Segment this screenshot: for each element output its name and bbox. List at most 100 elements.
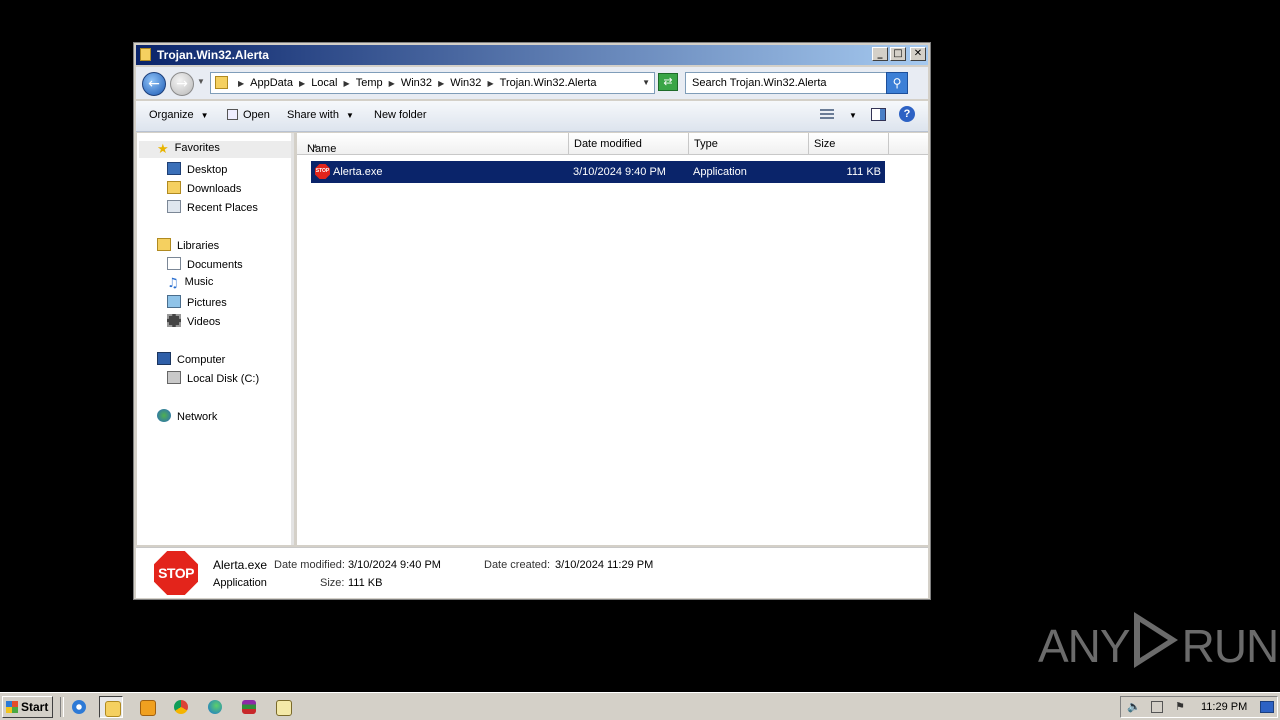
address-dropdown-icon[interactable]: ▼ <box>642 78 650 87</box>
details-size: 111 KB <box>348 577 383 589</box>
network-status-icon[interactable] <box>1151 701 1163 713</box>
details-file-type: Application <box>213 577 267 589</box>
column-label: Size <box>814 138 836 150</box>
breadcrumb-item[interactable]: Temp <box>356 77 383 89</box>
details-pane: STOP Alerta.exe Date modified: 3/10/2024… <box>136 547 928 598</box>
nav-pictures[interactable]: Pictures <box>167 295 227 309</box>
taskbar: Start 🔈 ⚑ 11:29 PM <box>0 692 1280 720</box>
nav-label: Downloads <box>187 183 242 195</box>
nav-label: Libraries <box>177 240 220 252</box>
winrar-icon[interactable] <box>237 696 261 718</box>
nav-favorites[interactable]: ★ Favorites <box>139 141 291 158</box>
open-icon <box>227 109 238 120</box>
chevron-right-icon[interactable]: ▶ <box>296 79 311 88</box>
preview-pane-icon[interactable] <box>871 108 886 121</box>
stop-sign-icon: STOP <box>315 164 330 179</box>
file-date-modified: 3/10/2024 9:40 PM <box>573 166 666 178</box>
open-button[interactable]: Open <box>227 109 270 121</box>
clock[interactable]: 11:29 PM <box>1201 701 1247 713</box>
recent-places-icon <box>167 200 181 213</box>
volume-icon[interactable]: 🔈 <box>1127 701 1141 713</box>
nav-network[interactable]: Network <box>157 409 217 423</box>
nav-music[interactable]: ♫ Music <box>167 276 213 290</box>
minimize-button[interactable]: _ <box>872 47 888 61</box>
details-file-name: Alerta.exe <box>213 558 268 572</box>
breadcrumb-item[interactable]: Win32 <box>450 77 481 89</box>
address-bar[interactable]: ▶ AppData ▶ Local ▶ Temp ▶ Win32 ▶ Win32 ▶ Tro… <box>210 72 655 94</box>
share-with-label: Share with <box>287 109 339 121</box>
nav-desktop[interactable]: Desktop <box>167 162 227 176</box>
views-icon[interactable] <box>820 109 834 121</box>
pictures-icon <box>167 295 181 308</box>
folder-icon <box>140 48 151 61</box>
file-name: Alerta.exe <box>333 166 383 178</box>
nav-videos[interactable]: Videos <box>167 314 220 328</box>
chevron-right-icon[interactable]: ▶ <box>341 79 356 88</box>
start-button[interactable]: Start <box>2 696 53 718</box>
organize-label: Organize <box>149 109 194 121</box>
help-icon[interactable]: ? <box>899 106 915 122</box>
search-icon[interactable]: ⚲ <box>886 72 908 94</box>
breadcrumb-item[interactable]: AppData <box>250 77 293 89</box>
chevron-down-icon: ▼ <box>345 111 354 120</box>
stop-sign-icon: STOP <box>154 551 198 595</box>
nav-label: Music <box>184 276 214 288</box>
notepad-icon[interactable] <box>271 696 295 718</box>
nav-label: Computer <box>177 354 226 366</box>
command-bar: Organize ▼ Open Share with ▼ New folder ▼ … <box>136 101 928 132</box>
breadcrumb-item[interactable]: Local <box>311 77 337 89</box>
libraries-icon <box>157 238 171 251</box>
new-folder-button[interactable]: New folder <box>374 109 427 121</box>
nav-label: Network <box>177 411 218 423</box>
close-button[interactable]: ✕ <box>910 47 926 61</box>
title-bar[interactable]: Trojan.Win32.Alerta _ □ ✕ <box>136 45 928 65</box>
maximize-button[interactable]: □ <box>890 47 906 61</box>
column-header-name[interactable]: Name ▲ <box>297 133 569 155</box>
refresh-button[interactable]: ⇄ <box>658 73 678 91</box>
column-header-date-modified[interactable]: Date modified <box>569 133 689 155</box>
videos-icon <box>167 314 181 327</box>
nav-label: Documents <box>187 259 243 271</box>
ie-icon[interactable] <box>67 696 91 718</box>
forward-button[interactable]: → <box>170 72 194 96</box>
search-input[interactable]: Search Trojan.Win32.Alerta ⚲ <box>685 72 908 94</box>
action-center-flag-icon[interactable]: ⚑ <box>1175 701 1187 713</box>
chrome-icon[interactable] <box>169 696 193 718</box>
nav-libraries[interactable]: Libraries <box>157 238 219 252</box>
back-button[interactable]: ← <box>142 72 166 96</box>
views-dropdown-icon[interactable]: ▼ <box>849 111 857 120</box>
nav-label: Pictures <box>187 297 227 309</box>
nav-documents[interactable]: Documents <box>167 257 243 271</box>
anyrun-watermark: ANY RUN <box>1038 612 1279 673</box>
breadcrumb-item[interactable]: Win32 <box>401 77 432 89</box>
show-desktop-icon[interactable] <box>1260 701 1274 713</box>
window-controls: _ □ ✕ <box>872 47 926 61</box>
nav-computer[interactable]: Computer <box>157 352 225 366</box>
organize-button[interactable]: Organize ▼ <box>149 109 209 121</box>
nav-local-disk[interactable]: Local Disk (C:) <box>167 371 259 385</box>
breadcrumb-item[interactable]: Trojan.Win32.Alerta <box>500 77 597 89</box>
navigation-pane: ★ Favorites Desktop Downloads Recent Plac… <box>137 133 294 545</box>
edge-icon[interactable] <box>203 696 227 718</box>
explorer-icon[interactable] <box>99 696 123 718</box>
nav-downloads[interactable]: Downloads <box>167 181 241 195</box>
table-row[interactable]: STOP Alerta.exe 3/10/2024 9:40 PM Applic… <box>311 161 885 183</box>
media-player-icon[interactable] <box>135 696 159 718</box>
column-label: Date modified <box>574 138 642 150</box>
file-type: Application <box>693 166 747 178</box>
open-label: Open <box>243 109 270 121</box>
explorer-window: Trojan.Win32.Alerta _ □ ✕ ← → ▼ ▶ AppData… <box>133 42 931 600</box>
chevron-right-icon[interactable]: ▶ <box>386 79 401 88</box>
share-with-button[interactable]: Share with ▼ <box>287 109 354 121</box>
column-header-size[interactable]: Size <box>809 133 889 155</box>
column-header-type[interactable]: Type <box>689 133 809 155</box>
desktop-icon <box>167 162 181 175</box>
chevron-right-icon[interactable]: ▶ <box>435 79 450 88</box>
details-date-modified: 3/10/2024 9:40 PM <box>348 559 441 571</box>
history-dropdown-icon[interactable]: ▼ <box>197 77 205 86</box>
new-folder-label: New folder <box>374 109 427 121</box>
nav-recent-places[interactable]: Recent Places <box>167 200 258 214</box>
window-title: Trojan.Win32.Alerta <box>157 48 269 62</box>
chevron-right-icon[interactable]: ▶ <box>484 79 499 88</box>
chevron-right-icon[interactable]: ▶ <box>235 79 250 88</box>
